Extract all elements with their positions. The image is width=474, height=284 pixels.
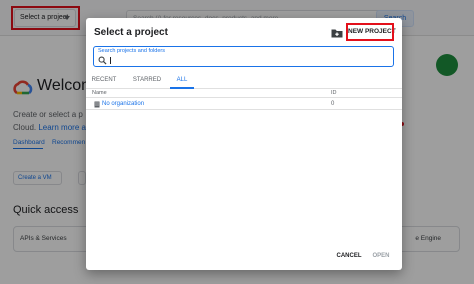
table-header: Name ID [86, 89, 402, 98]
table-row[interactable]: No organization 0 [86, 99, 402, 110]
row-id: 0 [331, 101, 335, 107]
project-search-input[interactable]: Search projects and folders [93, 46, 394, 67]
column-header-name[interactable]: Name [92, 90, 107, 96]
open-button[interactable]: OPEN [370, 250, 392, 262]
text-cursor [110, 57, 111, 64]
dialog-title: Select a project [94, 27, 168, 38]
new-project-highlight [346, 23, 394, 41]
column-header-id[interactable]: ID [331, 90, 337, 96]
dialog-tabs: RECENT STARRED ALL [86, 73, 402, 89]
organization-icon [94, 101, 100, 108]
tab-all[interactable]: ALL [170, 73, 194, 89]
folder-add-icon[interactable] [330, 26, 344, 40]
search-label: Search projects and folders [98, 48, 165, 54]
tab-starred[interactable]: STARRED [130, 73, 164, 89]
row-name-link[interactable]: No organization [102, 101, 144, 107]
cancel-button[interactable]: CANCEL [336, 250, 362, 262]
search-icon [98, 56, 107, 65]
select-project-dialog: Select a project NEW PROJECT Search proj… [86, 18, 402, 270]
tab-recent[interactable]: RECENT [89, 73, 119, 89]
